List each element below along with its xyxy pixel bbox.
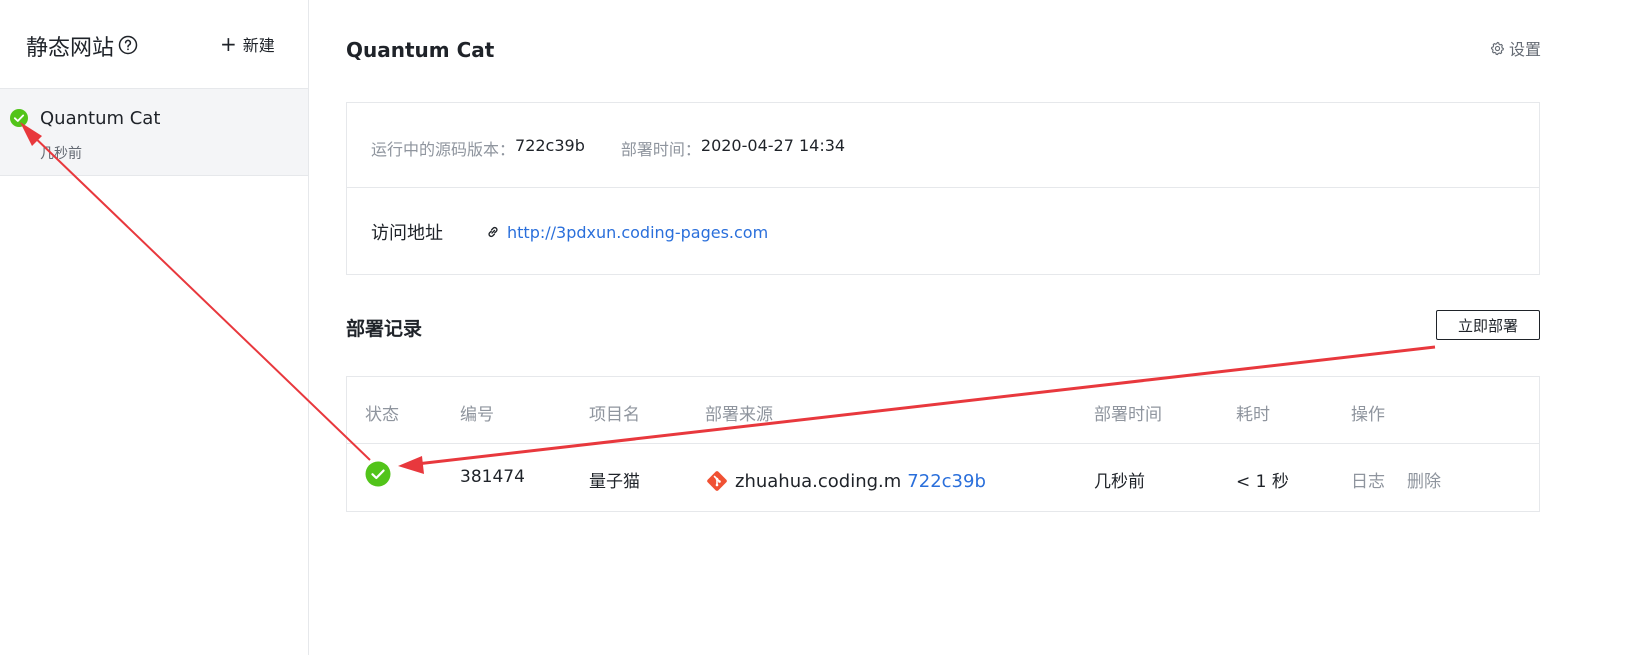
check-circle-icon: [10, 109, 28, 127]
link-icon: [488, 226, 498, 238]
table-row: 381474 量子猫 zhuahua.coding.m 722c39b 几秒前 …: [347, 444, 1539, 512]
address-row: 访问地址 http://3pdxun.coding-pages.com: [371, 220, 768, 245]
site-name: Quantum Cat: [40, 108, 161, 129]
app-window: 静态网站 + 新建 Quantum Cat 几秒前 Quantum Cat 设置: [0, 0, 1629, 655]
deploy-id: 381474: [460, 467, 525, 487]
column-header: 状态: [365, 405, 399, 425]
address-label: 访问地址: [371, 223, 443, 244]
site-url-link[interactable]: http://3pdxun.coding-pages.com: [507, 223, 768, 242]
log-link[interactable]: 日志: [1351, 467, 1385, 492]
settings-label: 设置: [1509, 40, 1542, 59]
new-site-label: 新建: [242, 36, 275, 55]
column-header: 项目名: [589, 405, 640, 425]
help-circle-icon[interactable]: [118, 35, 138, 55]
source-repo: zhuahua.coding.m: [735, 470, 902, 492]
deploy-duration: < 1 秒: [1236, 472, 1289, 492]
sidebar: 静态网站 + 新建 Quantum Cat 几秒前: [0, 0, 309, 655]
project-name: 量子猫: [589, 472, 640, 492]
page-title: Quantum Cat: [346, 38, 495, 62]
site-updated-time: 几秒前: [40, 146, 82, 162]
sidebar-header: 静态网站 + 新建: [0, 0, 308, 88]
deploy-time-value: 2020-04-27 14:34: [700, 136, 846, 155]
column-header: 部署时间: [1094, 405, 1162, 425]
version-label: 运行中的源码版本：: [371, 140, 516, 159]
deploy-records-title: 部署记录: [346, 318, 423, 340]
settings-button[interactable]: 设置: [1490, 38, 1542, 59]
column-header: 编号: [460, 405, 494, 425]
check-circle-icon: [365, 461, 391, 487]
gear-icon: [1490, 41, 1504, 55]
table-header: 状态 编号 项目名 部署来源 部署时间 耗时 操作: [347, 377, 1539, 444]
column-header: 部署来源: [705, 405, 773, 425]
plus-icon: +: [220, 32, 237, 56]
new-site-button[interactable]: + 新建: [220, 32, 275, 56]
deploy-now-button[interactable]: 立即部署: [1436, 310, 1540, 340]
commit-link[interactable]: 722c39b: [907, 471, 986, 492]
deploy-time: 几秒前: [1094, 472, 1145, 492]
deploy-time-label: 部署时间：: [620, 140, 701, 159]
git-icon: [707, 471, 727, 491]
delete-link[interactable]: 删除: [1407, 467, 1441, 492]
version-value: 722c39b: [515, 136, 585, 155]
deploy-records-table: 状态 编号 项目名 部署来源 部署时间 耗时 操作 381474 量子猫 zhu…: [346, 376, 1540, 512]
version-row: 运行中的源码版本： 722c39b 部署时间： 2020-04-27 14:34: [371, 136, 845, 160]
site-info-card: 运行中的源码版本： 722c39b 部署时间： 2020-04-27 14:34…: [346, 102, 1540, 275]
sidebar-title: 静态网站: [26, 36, 115, 61]
divider: [347, 187, 1539, 188]
deploy-source: zhuahua.coding.m 722c39b: [705, 469, 986, 493]
column-header: 操作: [1351, 405, 1385, 425]
column-header: 耗时: [1236, 405, 1270, 425]
